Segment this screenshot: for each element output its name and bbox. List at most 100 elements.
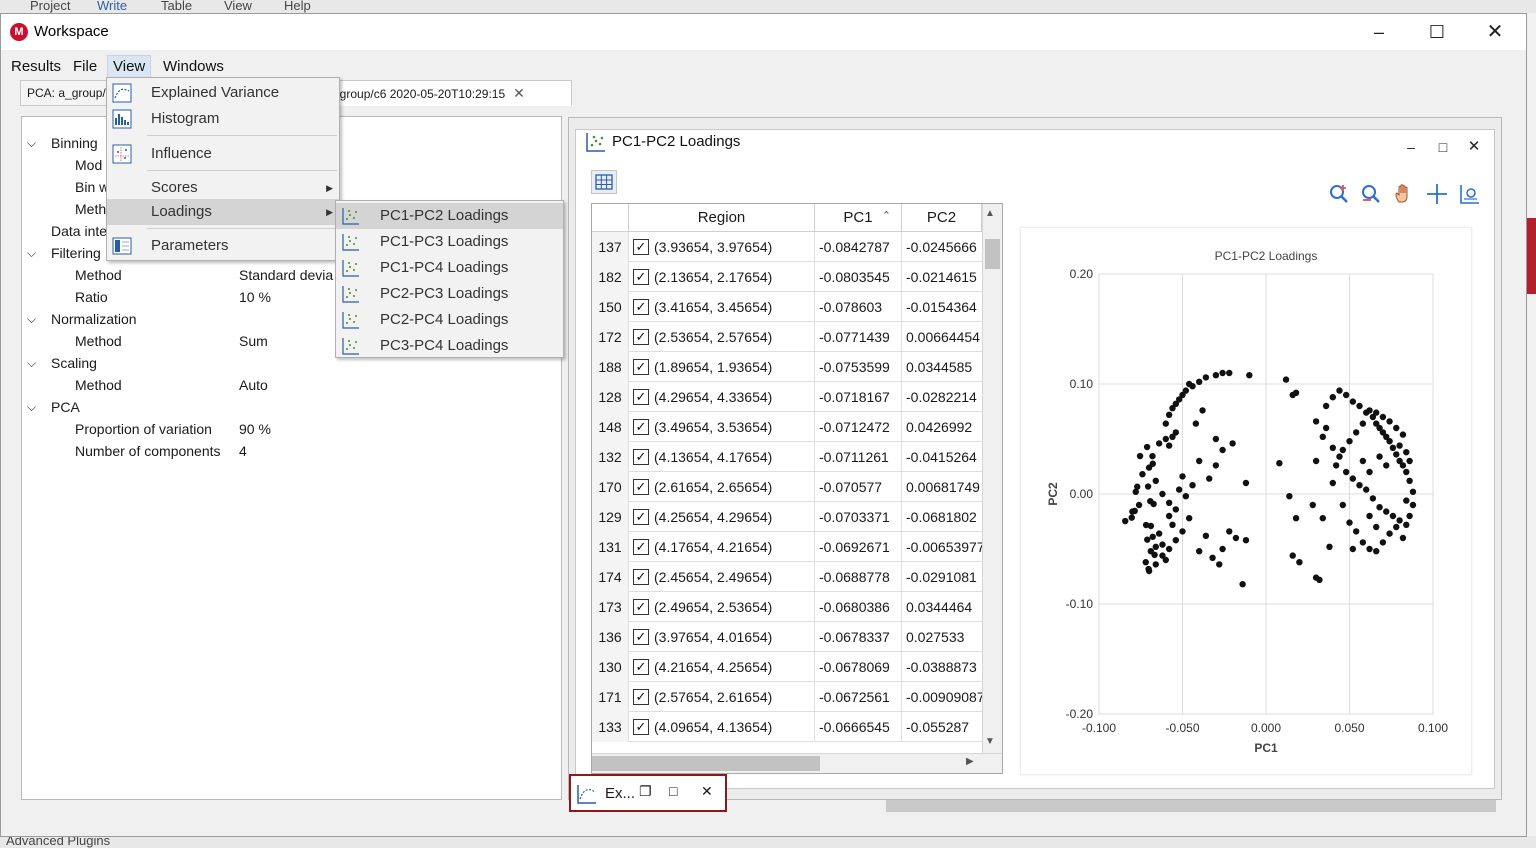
table-row[interactable]: 148 ✓ (3.49654, 3.53654) -0.0712472 0.042699… <box>592 412 982 442</box>
tree-item[interactable]: Method Auto <box>75 374 555 396</box>
menu-view[interactable]: View <box>107 55 152 78</box>
column-header-region[interactable]: Region <box>629 204 815 232</box>
tree-item[interactable]: Bin w <box>75 176 109 198</box>
crosshair-icon[interactable] <box>1425 182 1449 206</box>
row-checkbox[interactable]: ✓ <box>633 569 649 585</box>
vertical-scrollbar[interactable]: ▲ ▼ <box>982 204 1002 753</box>
maximize-icon[interactable]: ☐ <box>1414 18 1460 46</box>
menu-results[interactable]: Results <box>6 56 66 77</box>
menu-windows[interactable]: Windows <box>158 56 229 77</box>
menu-item-loadings[interactable]: Loadings ▶ <box>107 199 339 225</box>
tab-pca-c-group[interactable]: c_group/c6 2020-05-20T10:29:15 ✕ <box>320 80 572 106</box>
scroll-thumb[interactable] <box>985 239 1000 269</box>
column-header-pc2[interactable]: PC2 <box>902 204 982 232</box>
table-toggle-button[interactable] <box>591 170 617 194</box>
region-cell[interactable]: ✓ (4.21654, 4.25654) <box>629 652 815 682</box>
scroll-up-icon[interactable]: ▲ <box>985 208 995 219</box>
table-row[interactable]: 131 ✓ (4.17654, 4.21654) -0.0692671 -0.00653… <box>592 532 982 562</box>
scroll-right-icon[interactable]: ▶ <box>966 756 974 767</box>
row-checkbox[interactable]: ✓ <box>633 269 649 285</box>
row-checkbox[interactable]: ✓ <box>633 239 649 255</box>
horizontal-scrollbar[interactable]: ▶ <box>592 753 1002 773</box>
row-checkbox[interactable]: ✓ <box>633 359 649 375</box>
chevron-down-icon[interactable]: ⌵ <box>27 352 36 374</box>
row-checkbox[interactable]: ✓ <box>633 299 649 315</box>
region-cell[interactable]: ✓ (4.09654, 4.13654) <box>629 712 815 742</box>
menu-item-influence[interactable]: Influence <box>107 141 339 167</box>
table-row[interactable]: 130 ✓ (4.21654, 4.25654) -0.0678069 -0.03888… <box>592 652 982 682</box>
region-cell[interactable]: ✓ (3.49654, 3.53654) <box>629 412 815 442</box>
row-checkbox[interactable]: ✓ <box>633 599 649 615</box>
table-row[interactable]: 171 ✓ (2.57654, 2.61654) -0.0672561 -0.00909… <box>592 682 982 712</box>
close-icon[interactable]: ✕ <box>1463 137 1485 157</box>
close-icon[interactable]: ✕ <box>701 783 713 800</box>
menu-item-histogram[interactable]: Histogram <box>107 106 339 132</box>
row-checkbox[interactable]: ✓ <box>633 689 649 705</box>
region-cell[interactable]: ✓ (2.49654, 2.53654) <box>629 592 815 622</box>
table-row[interactable]: 182 ✓ (2.13654, 2.17654) -0.0803545 -0.02146… <box>592 262 982 292</box>
minimize-icon[interactable]: – <box>1356 18 1402 46</box>
table-row[interactable]: 133 ✓ (4.09654, 4.13654) -0.0666545 -0.05528… <box>592 712 982 742</box>
zoom-in-icon[interactable] <box>1327 182 1351 206</box>
region-cell[interactable]: ✓ (3.93654, 3.97654) <box>629 232 815 262</box>
zoom-reset-icon[interactable] <box>1359 182 1383 206</box>
chevron-down-icon[interactable]: ⌵ <box>27 242 36 264</box>
tree-item[interactable]: Mod <box>75 154 102 176</box>
menu-item-explained-variance[interactable]: Explained Variance <box>107 80 339 106</box>
table-row[interactable]: 128 ✓ (4.29654, 4.33654) -0.0718167 -0.02822… <box>592 382 982 412</box>
close-icon[interactable]: ✕ <box>1472 18 1518 46</box>
pan-hand-icon[interactable] <box>1391 182 1415 206</box>
region-cell[interactable]: ✓ (2.61654, 2.65654) <box>629 472 815 502</box>
row-checkbox[interactable]: ✓ <box>633 389 649 405</box>
region-cell[interactable]: ✓ (4.25654, 4.29654) <box>629 502 815 532</box>
row-checkbox[interactable]: ✓ <box>633 539 649 555</box>
menu-item-scores[interactable]: Scores ▶ <box>107 175 339 201</box>
scroll-down-icon[interactable]: ▼ <box>985 736 995 747</box>
restore-icon[interactable]: ❐ <box>639 783 652 800</box>
table-row[interactable]: 170 ✓ (2.61654, 2.65654) -0.070577 0.0068174… <box>592 472 982 502</box>
pc1-pc2-loadings-scatter[interactable]: -0.100 -0.050 0.000 0.050 0.100 0.20 0.10 0.00 -… <box>1021 228 1473 776</box>
minimize-icon[interactable]: – <box>1400 137 1422 157</box>
region-cell[interactable]: ✓ (1.89654, 1.93654) <box>629 352 815 382</box>
region-cell[interactable]: ✓ (4.13654, 4.17654) <box>629 442 815 472</box>
row-checkbox[interactable]: ✓ <box>633 419 649 435</box>
workspace-horizontal-scrollbar[interactable] <box>886 800 1496 812</box>
region-cell[interactable]: ✓ (2.57654, 2.61654) <box>629 682 815 712</box>
row-checkbox[interactable]: ✓ <box>633 659 649 675</box>
table-row[interactable]: 137 ✓ (3.93654, 3.97654) -0.0842787 -0.02456… <box>592 232 982 262</box>
region-cell[interactable]: ✓ (2.13654, 2.17654) <box>629 262 815 292</box>
table-row[interactable]: 150 ✓ (3.41654, 3.45654) -0.078603 -0.015436… <box>592 292 982 322</box>
menu-item-parameters[interactable]: Parameters <box>107 233 339 259</box>
chart-settings-icon[interactable] <box>1458 182 1482 206</box>
menu-file[interactable]: File <box>68 56 102 77</box>
submenu-item-loadings[interactable]: PC1-PC2 Loadings <box>336 203 563 229</box>
row-checkbox[interactable]: ✓ <box>633 449 649 465</box>
minimized-window[interactable]: Ex... ❐ □ ✕ <box>569 774 727 812</box>
submenu-item-loadings[interactable]: PC1-PC4 Loadings <box>336 255 563 281</box>
region-cell[interactable]: ✓ (3.41654, 3.45654) <box>629 292 815 322</box>
submenu-item-loadings[interactable]: PC3-PC4 Loadings <box>336 333 563 359</box>
tree-item-data-integrity[interactable]: Data inte <box>51 220 107 242</box>
row-checkbox[interactable]: ✓ <box>633 719 649 735</box>
table-row[interactable]: 136 ✓ (3.97654, 4.01654) -0.0678337 0.027533 <box>592 622 982 652</box>
region-cell[interactable]: ✓ (3.97654, 4.01654) <box>629 622 815 652</box>
chevron-down-icon[interactable]: ⌵ <box>27 396 36 418</box>
region-cell[interactable]: ✓ (4.17654, 4.21654) <box>629 532 815 562</box>
region-cell[interactable]: ✓ (2.45654, 2.49654) <box>629 562 815 592</box>
chevron-down-icon[interactable]: ⌵ <box>27 132 36 154</box>
maximize-icon[interactable]: □ <box>669 783 677 799</box>
submenu-item-loadings[interactable]: PC2-PC4 Loadings <box>336 307 563 333</box>
chevron-down-icon[interactable]: ⌵ <box>27 308 36 330</box>
row-checkbox[interactable]: ✓ <box>633 509 649 525</box>
table-row[interactable]: 129 ✓ (4.25654, 4.29654) -0.0703371 -0.06818… <box>592 502 982 532</box>
submenu-item-loadings[interactable]: PC1-PC3 Loadings <box>336 229 563 255</box>
region-cell[interactable]: ✓ (2.53654, 2.57654) <box>629 322 815 352</box>
row-checkbox[interactable]: ✓ <box>633 329 649 345</box>
table-row[interactable]: 173 ✓ (2.49654, 2.53654) -0.0680386 0.034446… <box>592 592 982 622</box>
scroll-thumb[interactable] <box>592 756 820 771</box>
maximize-icon[interactable]: □ <box>1432 137 1454 157</box>
tree-item[interactable]: Number of components 4 <box>75 440 555 462</box>
column-header-pc1[interactable]: PC1 ⌃ <box>815 204 902 232</box>
submenu-item-loadings[interactable]: PC2-PC3 Loadings <box>336 281 563 307</box>
tree-item[interactable]: Meth <box>75 198 106 220</box>
